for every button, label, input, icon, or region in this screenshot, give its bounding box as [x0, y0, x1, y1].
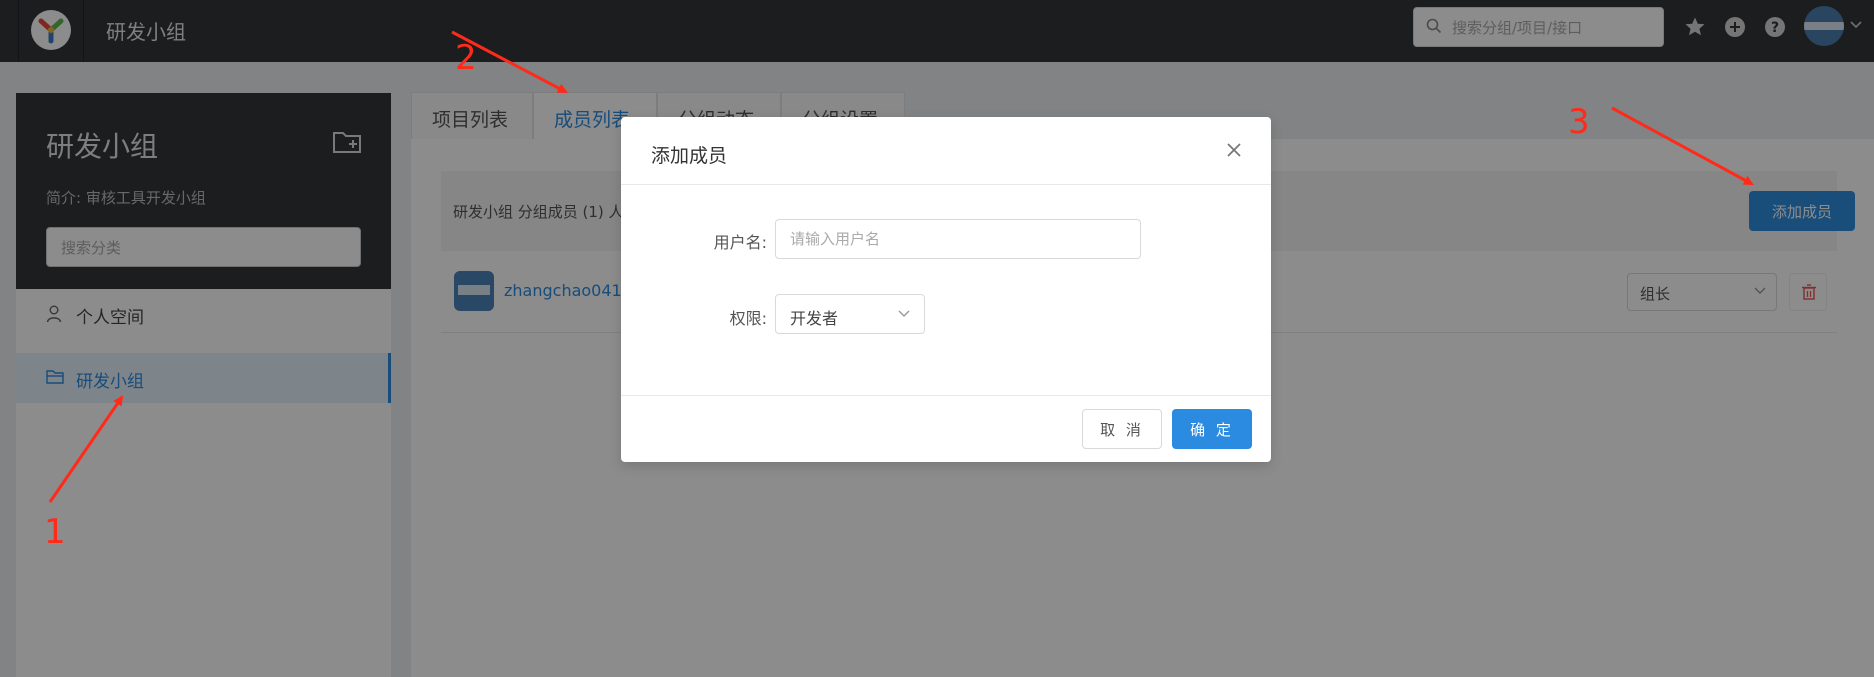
annotation-number-2: 2	[455, 38, 477, 78]
annotation-number-3: 3	[1568, 102, 1590, 142]
annotation-arrow-3	[1611, 106, 1754, 186]
annotation-number-1: 1	[44, 512, 66, 552]
annotation-arrow-1	[48, 395, 124, 503]
annotation-arrows	[48, 30, 1754, 503]
